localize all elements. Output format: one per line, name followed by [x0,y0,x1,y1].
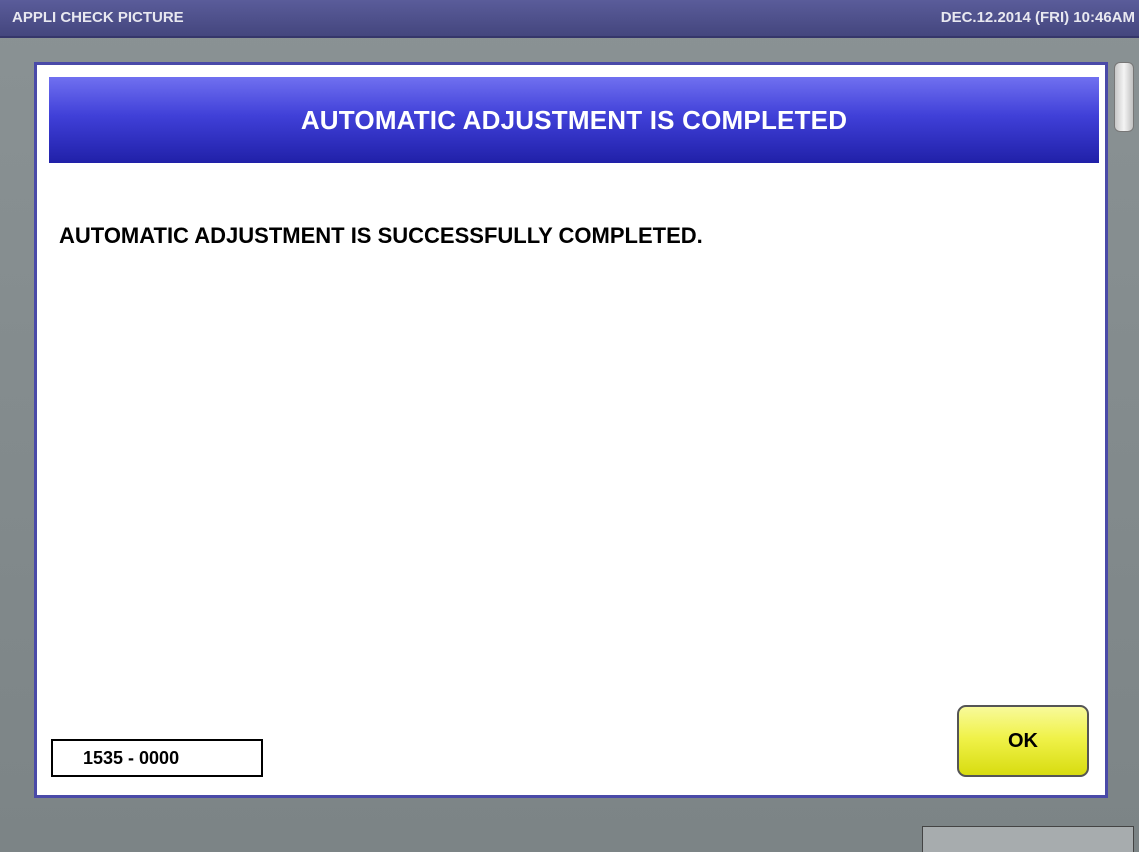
dialog-header: AUTOMATIC ADJUSTMENT IS COMPLETED [49,77,1099,163]
completion-dialog: AUTOMATIC ADJUSTMENT IS COMPLETED AUTOMA… [34,62,1108,798]
screen-title: APPLI CHECK PICTURE [12,9,184,26]
screen: APPLI CHECK PICTURE DEC.12.2014 (FRI) 10… [0,0,1139,852]
scroll-handle[interactable] [1114,62,1134,132]
date-time-display: DEC.12.2014 (FRI) 10:46AM [940,9,1135,26]
top-status-bar: APPLI CHECK PICTURE DEC.12.2014 (FRI) 10… [0,0,1139,38]
dialog-title: AUTOMATIC ADJUSTMENT IS COMPLETED [300,104,848,135]
ok-button[interactable]: OK [957,705,1089,777]
bottom-right-panel [922,826,1134,852]
dialog-message: AUTOMATIC ADJUSTMENT IS SUCCESSFULLY COM… [59,223,703,248]
status-code-box: 1535 - 0000 [51,739,263,777]
